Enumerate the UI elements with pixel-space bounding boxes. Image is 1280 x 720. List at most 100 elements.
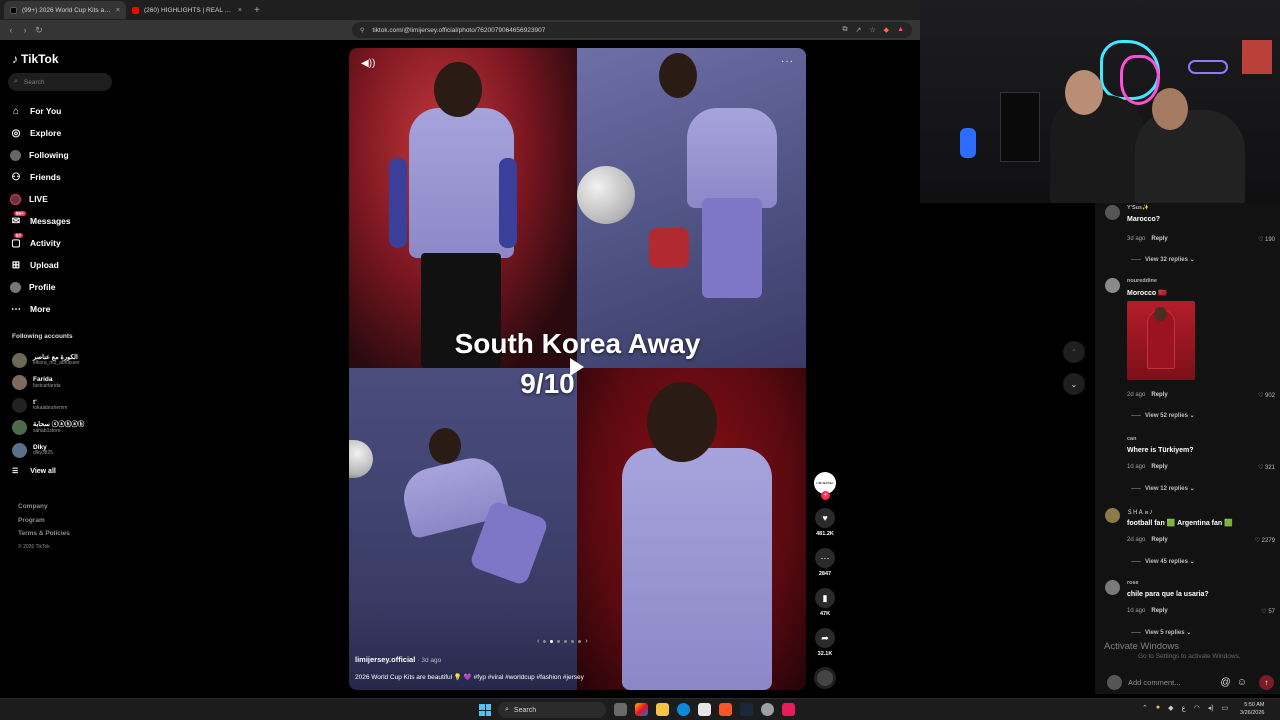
- comment-user[interactable]: can: [1127, 436, 1136, 442]
- save-action[interactable]: ▮ 47K: [815, 588, 835, 617]
- brave-rewards-icon[interactable]: ▲: [897, 26, 904, 34]
- url-field[interactable]: ⚲ tiktok.com/@limijersey.official/photo/…: [352, 22, 912, 38]
- taskbar-search[interactable]: ⌕ Search: [498, 702, 606, 718]
- battery-icon[interactable]: ▭: [1222, 704, 1229, 712]
- volume-icon[interactable]: ◂): [1208, 704, 1214, 712]
- sidebar-item-upload[interactable]: ⊞ Upload: [10, 254, 120, 276]
- carousel-dot[interactable]: [557, 640, 561, 643]
- footer-link-company[interactable]: Company: [18, 500, 70, 514]
- tray-app-icon[interactable]: ●: [1156, 704, 1160, 712]
- comment-likes[interactable]: ♡ 902: [1258, 392, 1275, 399]
- next-post-button[interactable]: ⌄: [1063, 373, 1085, 395]
- comment-action[interactable]: ⋯ 2847: [815, 548, 835, 577]
- reply-button[interactable]: Reply: [1151, 464, 1167, 470]
- sidebar-item-friends[interactable]: ⚇ Friends: [10, 166, 120, 188]
- following-account[interactable]: الكورة مع عناصر elkora_m3_abnasser: [12, 349, 122, 372]
- author-name[interactable]: limijersey.official: [355, 655, 415, 664]
- play-icon[interactable]: [570, 358, 584, 376]
- extension-icon[interactable]: ⧉: [843, 26, 848, 34]
- carousel-dot[interactable]: [550, 640, 554, 643]
- file-explorer-icon[interactable]: [656, 703, 669, 716]
- edge-icon[interactable]: [677, 703, 690, 716]
- chrome-icon[interactable]: [761, 703, 774, 716]
- view-replies-button[interactable]: View 45 replies ⌄: [1145, 558, 1195, 565]
- steam-icon[interactable]: [740, 703, 753, 716]
- following-account[interactable]: Dlky dlky3825: [12, 439, 122, 462]
- add-comment-input[interactable]: Add comment...: [1128, 678, 1181, 687]
- copilot-icon[interactable]: [635, 703, 648, 716]
- reply-button[interactable]: Reply: [1151, 392, 1167, 398]
- volume-icon[interactable]: ◀)): [361, 58, 375, 69]
- more-options-icon[interactable]: ···: [781, 56, 794, 67]
- music-disc-icon[interactable]: [814, 667, 836, 689]
- new-tab-button[interactable]: +: [248, 5, 266, 16]
- sidebar-item-more[interactable]: ⋯ More: [10, 298, 120, 320]
- reply-button[interactable]: Reply: [1151, 537, 1167, 543]
- emoji-icon[interactable]: ☺: [1237, 677, 1247, 688]
- follow-plus-icon[interactable]: +: [821, 491, 830, 500]
- view-all-button[interactable]: ☰ View all: [12, 467, 56, 476]
- share-icon[interactable]: ↗: [856, 26, 862, 34]
- previous-post-button[interactable]: ⌃: [1063, 341, 1085, 363]
- comment-likes[interactable]: ♡ 190: [1258, 236, 1275, 243]
- view-replies-button[interactable]: View 52 replies ⌄: [1145, 412, 1195, 419]
- back-icon[interactable]: ‹: [4, 25, 18, 35]
- video-player[interactable]: South Korea Away 9/10 ◀)) ··· ‹ › limije…: [349, 48, 806, 690]
- comment-likes[interactable]: ♡ 2279: [1255, 537, 1275, 544]
- author-avatar[interactable]: LIMIJERSEY +: [814, 472, 836, 500]
- tab-youtube[interactable]: (260) HIGHLIGHTS | REAL MADRID 2 ×: [126, 1, 248, 19]
- reply-button[interactable]: Reply: [1151, 236, 1167, 242]
- following-account[interactable]: سحابة ⁦ⓢⓐⓗⓐⓑ⁩ sahab1store: [12, 417, 122, 440]
- carousel-dot[interactable]: [543, 640, 547, 643]
- view-replies-button[interactable]: View 12 replies ⌄: [1145, 485, 1195, 492]
- carousel-dot[interactable]: [571, 640, 575, 643]
- windows-start-icon[interactable]: [479, 704, 491, 716]
- comment-user[interactable]: ＳＨＡ ʀ ﾉ: [1127, 508, 1153, 516]
- like-action[interactable]: ♥ 481.2K: [815, 508, 835, 537]
- following-account[interactable]: t' tokaaibrahemm: [12, 394, 122, 417]
- avatar[interactable]: [1105, 580, 1120, 595]
- carousel-prev-icon[interactable]: ‹: [537, 638, 539, 645]
- comment-user[interactable]: rose: [1127, 580, 1139, 586]
- sidebar-item-for-you[interactable]: ⌂ For You: [10, 100, 120, 122]
- following-account[interactable]: Farida fastcarfarida: [12, 372, 122, 395]
- close-tab-icon[interactable]: ×: [116, 7, 120, 14]
- comment-user[interactable]: Y'Sus✨: [1127, 205, 1149, 211]
- avatar[interactable]: [1105, 278, 1120, 293]
- avatar[interactable]: [1105, 508, 1120, 523]
- tray-app-icon[interactable]: ع: [1182, 704, 1186, 712]
- sidebar-item-explore[interactable]: ◎ Explore: [10, 122, 120, 144]
- search-input[interactable]: ⌕ Search: [8, 73, 112, 91]
- forward-icon[interactable]: ›: [18, 25, 32, 35]
- sidebar-item-following[interactable]: Following: [10, 144, 120, 166]
- view-replies-button[interactable]: View 5 replies ⌄: [1145, 629, 1191, 636]
- brave-icon[interactable]: [719, 703, 732, 716]
- reload-icon[interactable]: ↻: [32, 25, 46, 36]
- comment-user[interactable]: noureddine: [1127, 278, 1157, 284]
- comment-likes[interactable]: ♡ 57: [1261, 608, 1275, 615]
- reply-button[interactable]: Reply: [1151, 608, 1167, 614]
- clock[interactable]: 5:50 AM 3/26/2026: [1240, 701, 1264, 717]
- comment-likes[interactable]: ♡ 321: [1258, 464, 1275, 471]
- tiktok-logo[interactable]: ♪ TikTok: [12, 52, 59, 66]
- tab-tiktok[interactable]: (99+) 2026 World Cup Kits are be ×: [4, 1, 126, 19]
- footer-link-program[interactable]: Program: [18, 514, 70, 528]
- mention-icon[interactable]: @: [1221, 677, 1231, 688]
- share-action[interactable]: ➦ 32.1K: [815, 628, 835, 657]
- star-icon[interactable]: ☆: [869, 26, 875, 34]
- carousel-next-icon[interactable]: ›: [585, 638, 587, 645]
- carousel-dot[interactable]: [578, 640, 582, 643]
- brave-shield-icon[interactable]: ◆: [884, 26, 889, 34]
- avatar[interactable]: [1105, 205, 1120, 220]
- sidebar-item-profile[interactable]: Profile: [10, 276, 120, 298]
- tiktok-app-icon[interactable]: [782, 703, 795, 716]
- chevron-up-icon[interactable]: ⌃: [1142, 704, 1148, 712]
- close-tab-icon[interactable]: ×: [238, 7, 242, 14]
- view-replies-button[interactable]: View 32 replies ⌄: [1145, 256, 1195, 263]
- comment-image[interactable]: [1127, 301, 1195, 380]
- tray-app-icon[interactable]: ◆: [1168, 704, 1173, 712]
- avatar[interactable]: [1105, 436, 1120, 451]
- store-icon[interactable]: [698, 703, 711, 716]
- task-view-icon[interactable]: [614, 703, 627, 716]
- sidebar-item-messages[interactable]: ✉ 99+ Messages: [10, 210, 120, 232]
